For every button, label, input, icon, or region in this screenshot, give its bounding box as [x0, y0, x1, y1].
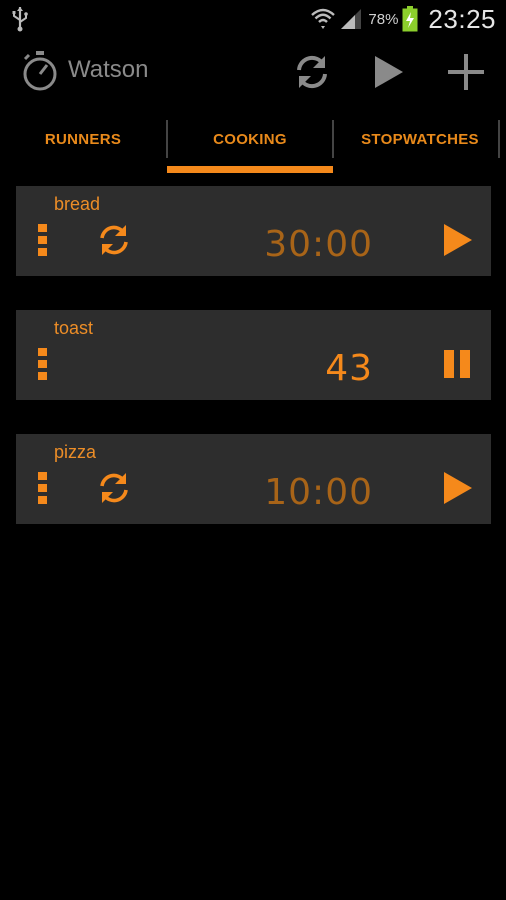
timer-time: 30:00 — [264, 224, 373, 265]
timer-time: 43 — [325, 348, 373, 389]
signal-icon — [341, 9, 362, 29]
stopwatch-icon — [23, 51, 57, 91]
play-all-icon[interactable] — [368, 52, 408, 92]
tab-divider — [498, 120, 500, 158]
overflow-menu-icon[interactable] — [38, 472, 48, 504]
action-bar: Watson — [0, 38, 506, 106]
timer-card-bread[interactable]: bread 30:00 — [16, 186, 491, 276]
timer-time: 10:00 — [264, 472, 373, 513]
overflow-menu-icon[interactable] — [38, 224, 48, 256]
timer-card-pizza[interactable]: pizza 10:00 — [16, 434, 491, 524]
battery-percent: 78% — [368, 10, 399, 28]
app-title: Watson — [68, 56, 149, 83]
refresh-all-icon[interactable] — [292, 52, 332, 92]
reset-icon[interactable] — [96, 470, 132, 506]
tab-runners[interactable]: RUNNERS — [0, 106, 166, 172]
timer-name: pizza — [54, 442, 97, 462]
tab-bar: RUNNERS COOKING STOPWATCHES — [0, 106, 506, 173]
active-tab-indicator — [167, 166, 333, 173]
clock-time: 23:25 — [428, 3, 496, 34]
timer-name: toast — [54, 318, 94, 338]
tab-cooking[interactable]: COOKING — [167, 106, 333, 172]
play-icon[interactable] — [442, 222, 474, 258]
wifi-icon — [311, 8, 336, 29]
status-bar: 78% 23:25 — [0, 0, 506, 38]
overflow-menu-icon[interactable] — [38, 348, 48, 380]
play-icon[interactable] — [442, 470, 474, 506]
tab-stopwatches[interactable]: STOPWATCHES — [334, 106, 506, 172]
timer-card-toast[interactable]: toast 43 — [16, 310, 491, 400]
add-timer-icon[interactable] — [446, 52, 486, 92]
reset-icon[interactable] — [96, 222, 132, 258]
timer-name: bread — [54, 194, 101, 214]
battery-charging-icon — [402, 6, 418, 32]
usb-icon — [12, 7, 28, 32]
pause-icon[interactable] — [442, 346, 474, 382]
